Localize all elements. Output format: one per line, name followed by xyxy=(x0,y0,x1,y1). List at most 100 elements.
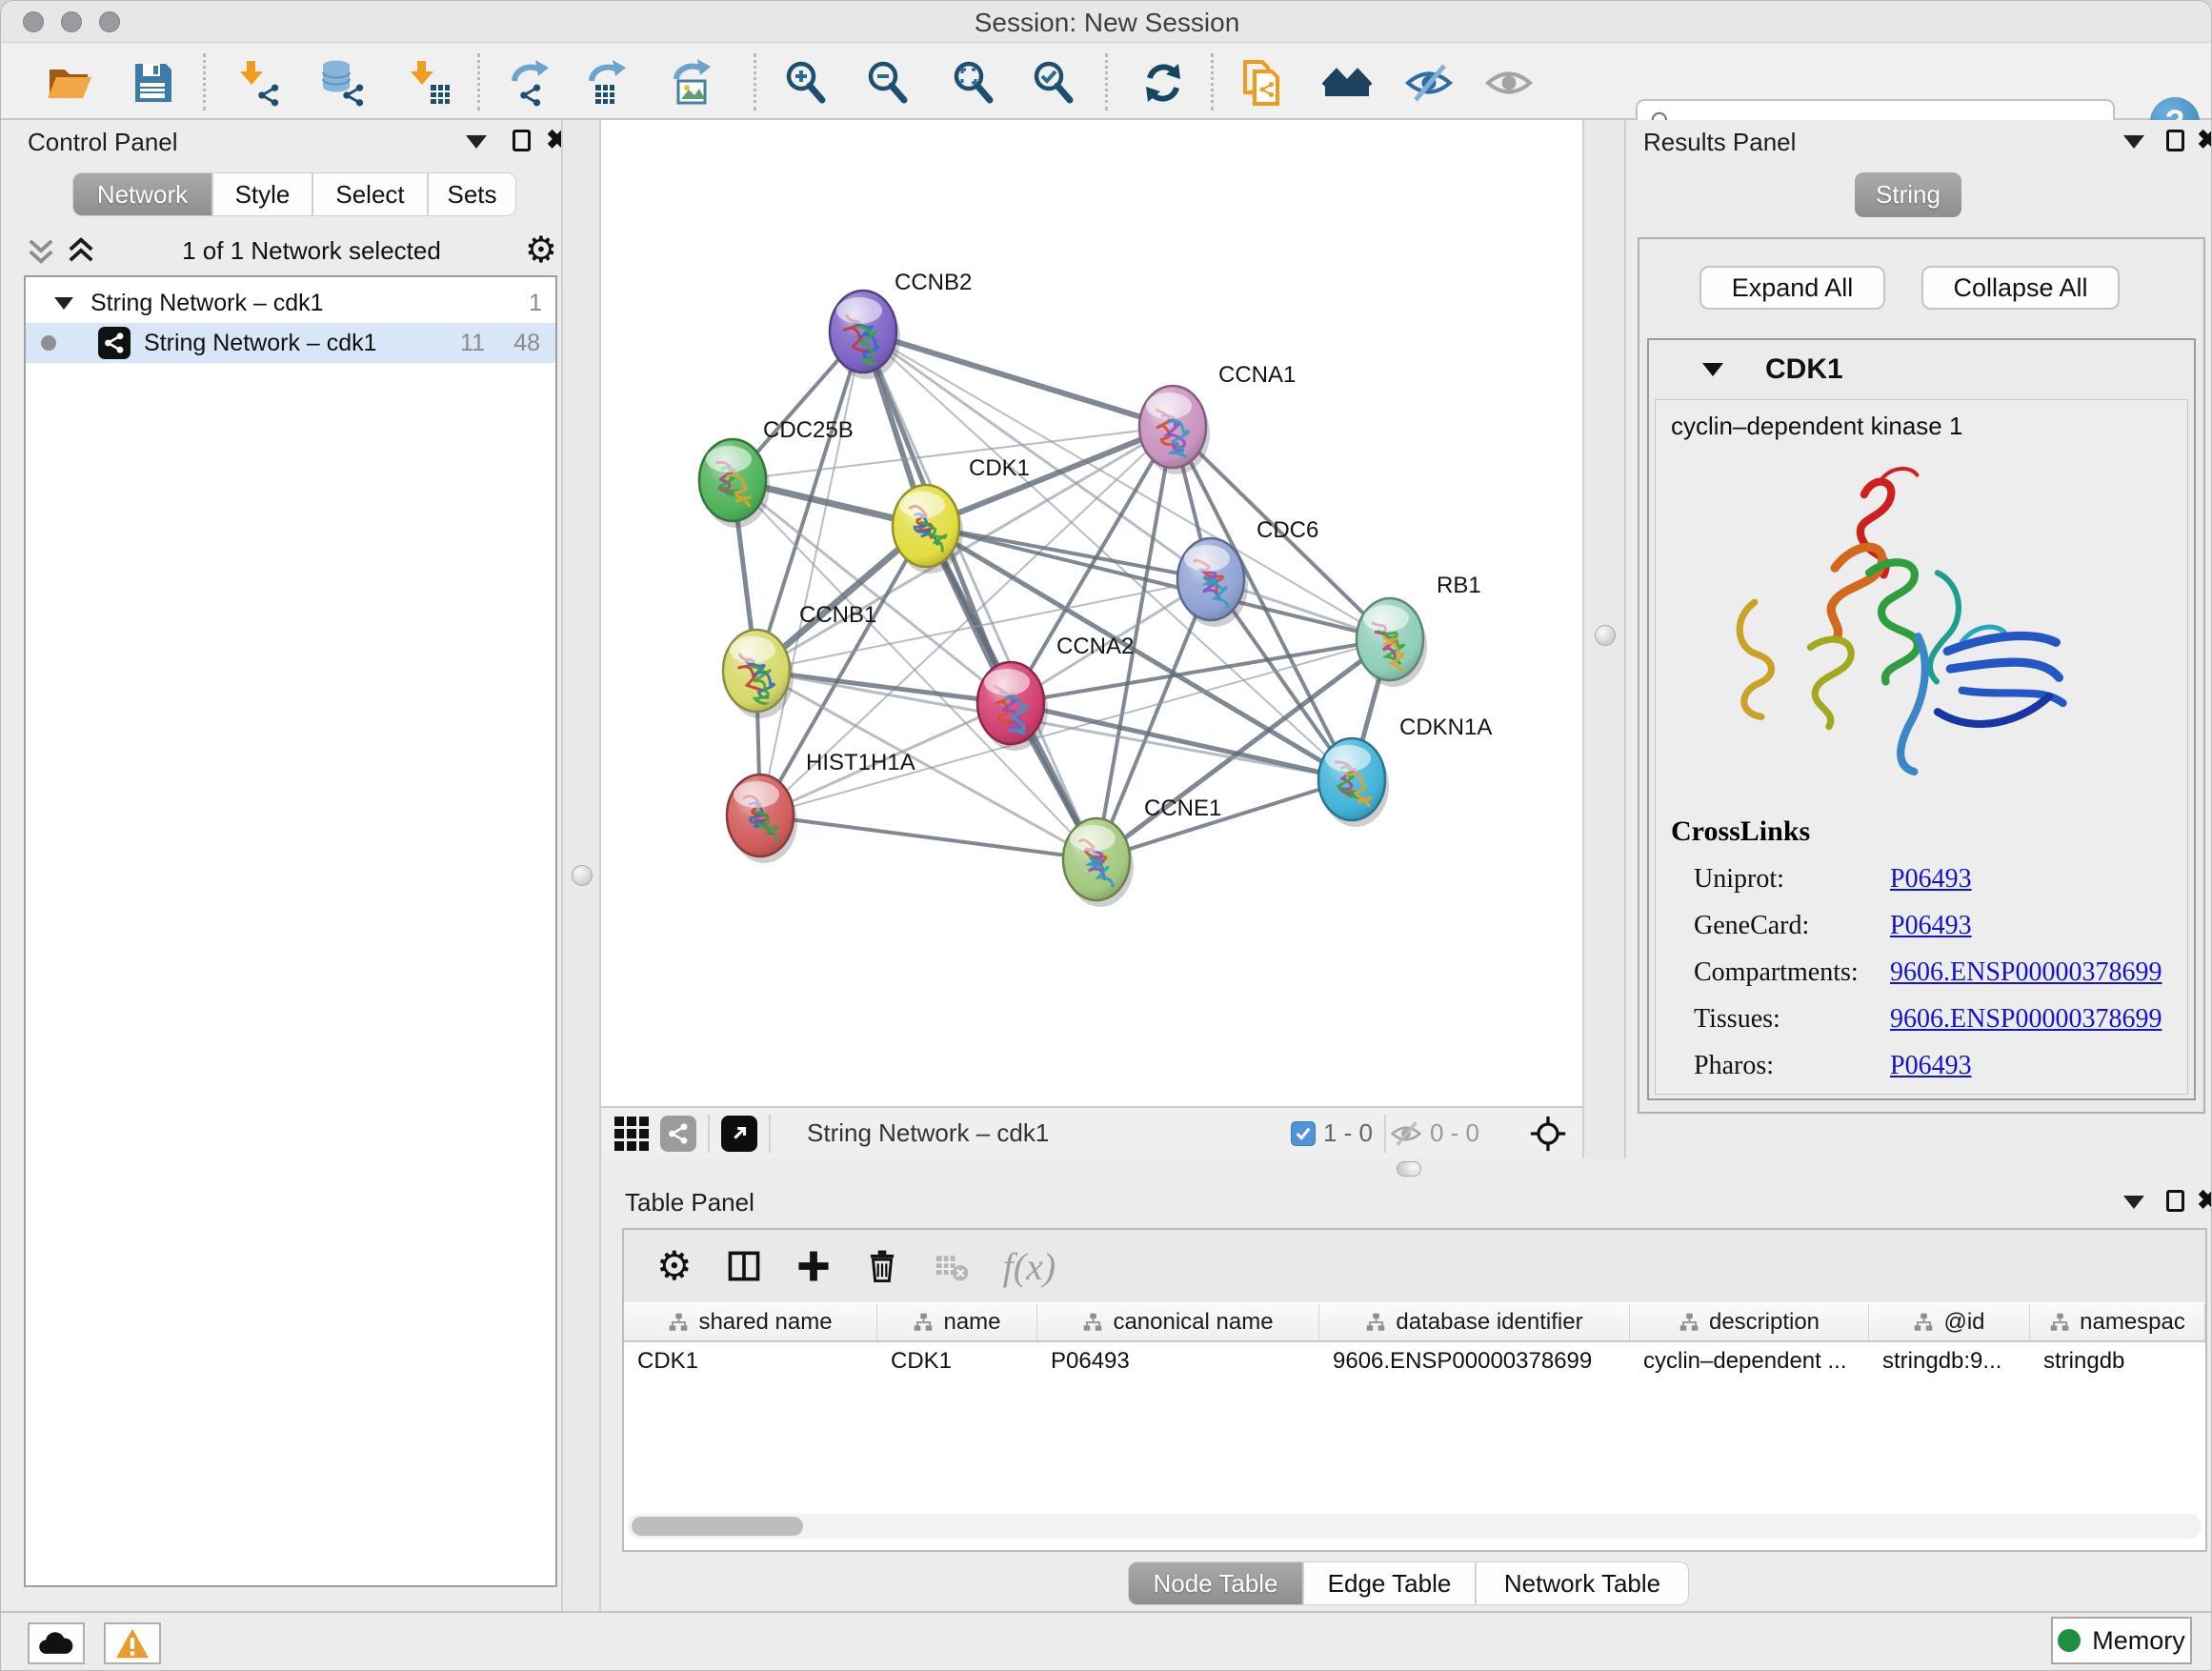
selected-checkbox-icon[interactable] xyxy=(1291,1121,1316,1146)
warning-status-button[interactable] xyxy=(104,1622,161,1664)
network-row[interactable]: String Network – cdk1 11 48 xyxy=(26,323,555,363)
column-header-database-identifier[interactable]: database identifier xyxy=(1319,1304,1630,1340)
detach-view-icon[interactable] xyxy=(721,1116,757,1152)
float-panel-icon[interactable] xyxy=(2166,130,2184,151)
network-edge-CCNB2-RB1[interactable] xyxy=(863,332,1390,639)
table-cell[interactable]: 9606.ENSP00000378699 xyxy=(1319,1342,1630,1380)
network-node-CDC25B[interactable]: CDC25B xyxy=(699,417,854,528)
network-edge-CCNA2-CDKN1A[interactable] xyxy=(1011,703,1352,779)
panel-menu-icon[interactable] xyxy=(2123,135,2144,149)
network-node-HIST1H1A[interactable]: HIST1H1A xyxy=(727,750,915,863)
zoom-selected-button[interactable] xyxy=(1028,57,1079,109)
left-splitter-handle[interactable] xyxy=(572,865,593,886)
collapse-all-button[interactable]: Collapse All xyxy=(1921,266,2120,310)
network-graph[interactable]: CCNB2CCNA1CDC25BCDK1CDC6RB1CCNB1CCNA2CDK… xyxy=(601,120,1582,1106)
right-splitter-handle[interactable] xyxy=(1595,625,1616,646)
export-table-button[interactable] xyxy=(583,57,634,109)
delete-column-icon[interactable] xyxy=(864,1248,900,1284)
network-edge-CCNB2-CCNE1[interactable] xyxy=(863,332,1096,859)
column-header--id[interactable]: @id xyxy=(1869,1304,2030,1340)
table-cell[interactable]: CDK1 xyxy=(624,1342,877,1380)
tab-edge-table[interactable]: Edge Table xyxy=(1303,1561,1476,1605)
network-edge-HIST1H1A-CCNE1[interactable] xyxy=(760,815,1096,859)
close-panel-icon[interactable]: ✖ xyxy=(2197,1184,2212,1216)
scrollbar-thumb[interactable] xyxy=(632,1517,803,1536)
tab-style[interactable]: Style xyxy=(212,172,312,216)
tree-expand-icon[interactable] xyxy=(54,297,73,310)
network-options-gear-icon[interactable]: ⚙ xyxy=(525,232,557,269)
network-collection-row[interactable]: String Network – cdk1 1 xyxy=(26,283,555,323)
tab-network[interactable]: Network xyxy=(72,172,212,216)
network-node-CCNE1[interactable]: CCNE1 xyxy=(1063,795,1221,907)
import-network-file-button[interactable] xyxy=(232,57,284,109)
table-row[interactable]: CDK1CDK1P064939606.ENSP00000378699cyclin… xyxy=(624,1342,2205,1380)
column-header-namespac[interactable]: namespac xyxy=(2030,1304,2205,1340)
network-node-CCNB1[interactable]: CCNB1 xyxy=(723,602,876,718)
show-panel-button[interactable] xyxy=(1483,57,1535,109)
tab-sets[interactable]: Sets xyxy=(428,172,516,216)
open-session-button[interactable] xyxy=(43,57,94,109)
hide-panel-button[interactable] xyxy=(1403,57,1455,109)
tab-select[interactable]: Select xyxy=(312,172,428,216)
protein-section-header[interactable]: CDK1 xyxy=(1649,340,2194,399)
memory-button[interactable]: Memory xyxy=(2051,1617,2192,1664)
crosslink-link[interactable]: P06493 xyxy=(1890,864,1972,895)
float-panel-icon[interactable] xyxy=(513,130,531,151)
collapse-section-icon[interactable] xyxy=(1702,363,1723,376)
crosslink-link[interactable]: 9606.ENSP00000378699 xyxy=(1890,1004,2162,1035)
tab-string[interactable]: String xyxy=(1855,172,1961,217)
horizontal-splitter-handle[interactable] xyxy=(1397,1161,1421,1177)
column-header-name[interactable]: name xyxy=(877,1304,1037,1340)
crosslink-link[interactable]: P06493 xyxy=(1890,911,1972,941)
tab-network-table[interactable]: Network Table xyxy=(1476,1561,1689,1605)
save-session-button[interactable] xyxy=(127,57,178,109)
zoom-fit-button[interactable] xyxy=(948,57,999,109)
float-panel-icon[interactable] xyxy=(2166,1190,2184,1212)
table-cell[interactable]: stringdb:9... xyxy=(1869,1342,2030,1380)
expand-all-icon[interactable] xyxy=(64,233,98,268)
panel-menu-icon[interactable] xyxy=(2123,1196,2144,1209)
network-edge-CCNB2-CCNA1[interactable] xyxy=(863,332,1173,427)
export-network-button[interactable] xyxy=(506,57,557,109)
right-splitter[interactable] xyxy=(1582,120,1626,1158)
grid-mode-icon[interactable] xyxy=(614,1117,649,1151)
network-node-CCNB2[interactable]: CCNB2 xyxy=(830,270,972,379)
zoom-in-button[interactable] xyxy=(780,57,832,109)
duplicate-network-button[interactable] xyxy=(1237,57,1288,109)
network-canvas[interactable]: CCNB2CCNA1CDC25BCDK1CDC6RB1CCNB1CCNA2CDK… xyxy=(601,120,1582,1106)
collapse-all-icon[interactable] xyxy=(24,233,58,268)
close-panel-icon[interactable]: ✖ xyxy=(2197,124,2212,155)
delete-table-icon xyxy=(933,1247,971,1285)
left-splitter[interactable] xyxy=(561,120,601,1611)
crosslink-link[interactable]: 9606.ENSP00000378699 xyxy=(1890,957,2162,988)
network-edge-CDKN1A-CCNE1[interactable] xyxy=(1096,779,1352,859)
table-cell[interactable]: P06493 xyxy=(1037,1342,1319,1380)
import-table-file-button[interactable] xyxy=(403,57,454,109)
table-cell[interactable]: CDK1 xyxy=(877,1342,1037,1380)
birdseye-view-icon[interactable] xyxy=(1529,1115,1567,1153)
string-view-icon[interactable] xyxy=(660,1116,696,1152)
network-node-CDKN1A[interactable]: CDKN1A xyxy=(1318,715,1492,827)
table-horizontal-scrollbar[interactable] xyxy=(628,1514,2202,1539)
column-header-description[interactable]: description xyxy=(1630,1304,1869,1340)
add-column-icon[interactable] xyxy=(795,1248,832,1284)
home-button[interactable] xyxy=(1321,57,1373,109)
column-header-shared-name[interactable]: shared name xyxy=(624,1304,877,1340)
table-options-gear-icon[interactable]: ⚙ xyxy=(656,1246,693,1286)
expand-all-button[interactable]: Expand All xyxy=(1699,266,1885,310)
horizontal-splitter[interactable] xyxy=(601,1158,2212,1182)
show-columns-icon[interactable] xyxy=(725,1247,763,1285)
table-cell[interactable]: cyclin–dependent ... xyxy=(1630,1342,1869,1380)
panel-menu-icon[interactable] xyxy=(466,135,487,149)
network-node-CCNA1[interactable]: CCNA1 xyxy=(1139,362,1296,474)
network-node-RB1[interactable]: RB1 xyxy=(1357,573,1481,687)
column-header-canonical-name[interactable]: canonical name xyxy=(1037,1304,1319,1340)
table-cell[interactable]: stringdb xyxy=(2030,1342,2205,1380)
apply-layout-button[interactable] xyxy=(1137,57,1189,109)
import-network-database-button[interactable] xyxy=(315,57,367,109)
zoom-out-button[interactable] xyxy=(862,57,914,109)
cloud-status-button[interactable] xyxy=(28,1622,85,1664)
crosslink-link[interactable]: P06493 xyxy=(1890,1051,1972,1081)
tab-node-table[interactable]: Node Table xyxy=(1128,1561,1303,1605)
export-image-button[interactable] xyxy=(668,57,719,109)
